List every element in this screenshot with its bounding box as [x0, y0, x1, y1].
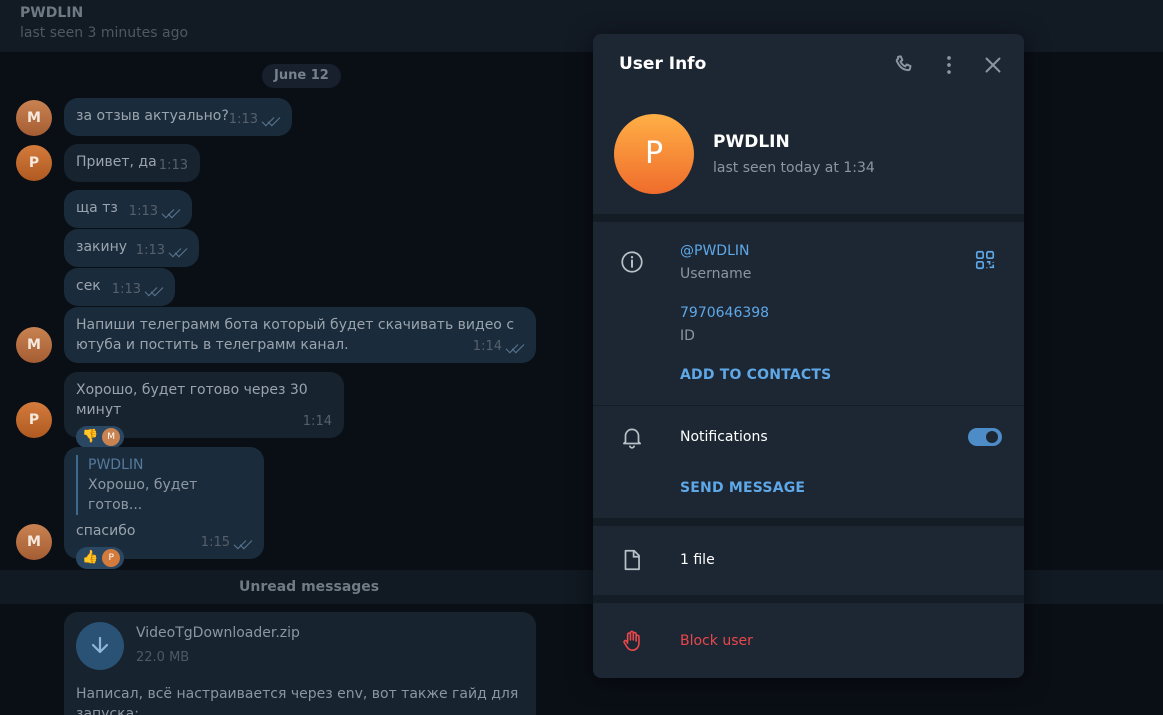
add-to-contacts-button[interactable]: ADD TO CONTACTS	[680, 367, 831, 383]
close-icon[interactable]	[980, 52, 1006, 78]
avatar[interactable]: P	[16, 402, 52, 438]
files-count[interactable]: 1 file	[680, 552, 715, 568]
thumbs-down-icon: 👎	[82, 429, 99, 444]
reply-text: Хорошо, будет готов...	[88, 477, 198, 513]
message-bubble[interactable]: Хорошо, будет готово через 30 минут 👎 M …	[64, 372, 344, 448]
message-bubble[interactable]: Напиши телеграмм бота который будет скач…	[64, 307, 536, 363]
message-time: 1:14	[472, 339, 502, 354]
message-text: Привет, да	[76, 154, 157, 170]
file-name[interactable]: VideoTgDownloader.zip	[136, 625, 300, 641]
message-text: сек	[76, 278, 101, 294]
message-text: ща тз	[76, 200, 118, 216]
message-bubble[interactable]: ща тз 1:13	[64, 190, 192, 228]
more-vertical-icon[interactable]	[936, 52, 962, 78]
double-check-icon	[262, 117, 282, 127]
section-divider	[593, 595, 1024, 603]
double-check-icon	[234, 540, 254, 550]
notifications-label: Notifications	[680, 429, 768, 445]
avatar[interactable]: M	[16, 100, 52, 136]
notifications-toggle[interactable]	[968, 428, 1002, 446]
id-value[interactable]: 7970646398	[680, 305, 769, 321]
avatar[interactable]: M	[16, 327, 52, 363]
double-check-icon	[145, 287, 165, 297]
chat-contact-name: PWDLIN	[20, 5, 84, 21]
thumbs-up-icon: 👍	[82, 550, 99, 565]
message-bubble[interactable]: Привет, да 1:13	[64, 144, 200, 182]
file-message[interactable]: VideoTgDownloader.zip 22.0 MB Написал, в…	[64, 612, 536, 715]
avatar[interactable]: M	[16, 524, 52, 560]
phone-icon[interactable]	[891, 52, 917, 78]
message-time: 1:13	[111, 282, 141, 297]
username-value[interactable]: @PWDLIN	[680, 243, 749, 259]
section-divider	[593, 214, 1024, 222]
id-label: ID	[680, 328, 695, 344]
message-bubble[interactable]: сек 1:13	[64, 268, 175, 306]
message-bubble[interactable]: PWDLIN Хорошо, будет готов... спасибо 👍 …	[64, 447, 264, 569]
panel-header: User Info	[593, 34, 1024, 98]
profile-avatar[interactable]: P	[614, 114, 694, 194]
profile-status: last seen today at 1:34	[713, 160, 875, 176]
qr-code-icon[interactable]	[974, 249, 996, 271]
reaction-avatar: P	[102, 549, 121, 567]
message-time: 1:14	[302, 414, 332, 429]
file-size: 22.0 MB	[136, 650, 190, 665]
message-text: за отзыв актуально?	[76, 108, 229, 124]
section-divider	[593, 405, 1024, 406]
message-time: 1:13	[158, 158, 188, 173]
reply-author: PWDLIN	[88, 457, 144, 473]
info-icon	[619, 249, 645, 275]
username-label: Username	[680, 266, 752, 282]
block-user-button[interactable]: Block user	[680, 633, 753, 649]
send-message-button[interactable]: SEND MESSAGE	[680, 480, 805, 496]
message-bubble[interactable]: за отзыв актуально? 1:13	[64, 98, 292, 136]
profile-name: PWDLIN	[713, 132, 790, 152]
message-time: 1:13	[135, 243, 165, 258]
date-separator: June 12	[262, 64, 341, 88]
user-info-panel: User Info P PWDLIN last seen today at 1:…	[593, 34, 1024, 678]
double-check-icon	[506, 344, 526, 354]
file-icon	[619, 547, 645, 573]
message-text: Напиши телеграмм бота который будет скач…	[76, 317, 515, 353]
message-text: Хорошо, будет готово через 30 минут	[76, 382, 308, 418]
reaction-chip[interactable]: 👍 P	[76, 547, 124, 569]
profile-section: P PWDLIN last seen today at 1:34	[593, 98, 1024, 214]
message-bubble[interactable]: закину 1:13	[64, 229, 199, 267]
message-time: 1:15	[200, 535, 230, 550]
file-caption: Написал, всё настраивается через env, во…	[76, 686, 519, 715]
message-time: 1:13	[128, 204, 158, 219]
message-time: 1:13	[228, 112, 258, 127]
reaction-chip[interactable]: 👎 M	[76, 426, 124, 448]
download-icon[interactable]	[76, 622, 124, 670]
hand-stop-icon	[619, 628, 645, 654]
bell-icon	[619, 424, 645, 450]
reaction-avatar: M	[102, 428, 121, 446]
section-divider	[593, 518, 1024, 526]
double-check-icon	[162, 209, 182, 219]
avatar[interactable]: P	[16, 145, 52, 181]
double-check-icon	[169, 248, 189, 258]
message-text: закину	[76, 239, 128, 255]
reply-quote[interactable]: PWDLIN Хорошо, будет готов...	[76, 455, 252, 515]
panel-title: User Info	[619, 54, 707, 74]
